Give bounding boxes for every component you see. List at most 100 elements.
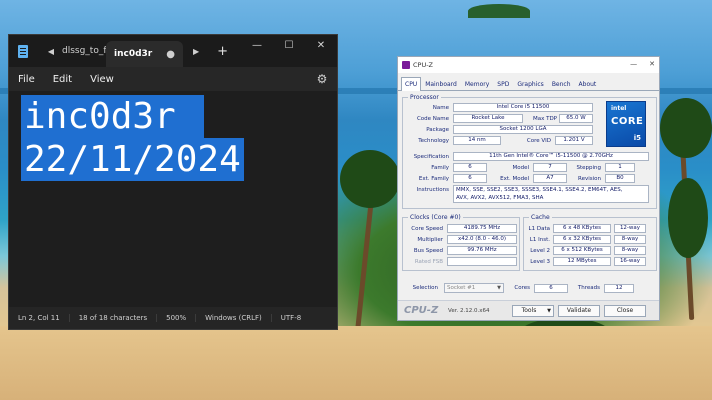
tab-label: inc0d3r [114, 49, 153, 59]
processor-name: Intel Core i5 11500 [453, 103, 593, 112]
l1-inst: 6 x 32 KBytes [553, 235, 611, 244]
chevron-down-icon: ▼ [547, 307, 551, 314]
notepad-window[interactable]: ◀ dlssg_to_fsr3 inc0d3r ● ▶ + — ☐ ✕ File… [8, 34, 338, 330]
cpuz-window[interactable]: CPU-Z — ✕ CPU Mainboard Memory SPD Graph… [397, 56, 660, 321]
field-label: Ext. Model [500, 175, 529, 182]
new-tab-button[interactable]: + [217, 44, 228, 59]
tab-cpu[interactable]: CPU [401, 77, 422, 91]
socket-select[interactable]: Socket #1 ▼ [444, 283, 504, 293]
tab-label: dlssg_to_fsr3 [62, 46, 106, 56]
l1-inst-way: 8-way [614, 235, 646, 244]
minimize-icon[interactable]: — [630, 60, 637, 68]
settings-gear-icon[interactable]: ⚙ [315, 72, 329, 86]
tab-mainboard[interactable]: Mainboard [421, 77, 461, 90]
field-label: Core VID [526, 137, 551, 144]
beach-sand [0, 326, 712, 400]
maximize-icon[interactable]: ☐ [273, 35, 305, 57]
encoding[interactable]: UTF-8 [272, 314, 310, 322]
group-label: Cache [529, 214, 552, 221]
family: 6 [453, 163, 487, 172]
field-label: Code Name [416, 115, 449, 122]
cpuz-brand: CPU-Z [404, 305, 439, 316]
level-3-way: 16-way [614, 257, 646, 266]
core-speed: 4189.75 MHz [447, 224, 517, 233]
text-line[interactable]: inc0d3r [21, 95, 204, 138]
validate-button[interactable]: Validate [558, 304, 600, 317]
tab-scroll-left-icon[interactable]: ◀ [46, 47, 56, 56]
multiplier: x42.0 (8.0 - 46.0) [447, 235, 517, 244]
menu-view[interactable]: View [81, 74, 123, 85]
unsaved-dot-icon[interactable]: ● [166, 49, 175, 60]
minimize-icon[interactable]: — [241, 35, 273, 57]
stepping: 1 [605, 163, 635, 172]
field-label: Specification [413, 153, 449, 160]
field-label: Name [432, 104, 449, 111]
field-label: Family [431, 164, 449, 171]
menu-edit[interactable]: Edit [44, 74, 81, 85]
close-icon[interactable]: ✕ [649, 60, 655, 68]
field-label: Threads [577, 285, 600, 291]
field-label: Instructions [416, 187, 449, 193]
text-editor[interactable]: inc0d3r 22/11/2024 [9, 91, 337, 307]
field-label: Package [426, 126, 449, 133]
palm-canopy [668, 178, 708, 258]
notepad-menubar: File Edit View ⚙ [9, 67, 337, 91]
logo-brand: intel [611, 105, 627, 112]
field-label: Revision [578, 175, 601, 182]
tab-dlssg-to-fsr3[interactable]: dlssg_to_fsr3 [56, 35, 106, 67]
notepad-statusbar: Ln 2, Col 11 18 of 18 characters 500% Wi… [9, 307, 337, 329]
notepad-titlebar[interactable]: ◀ dlssg_to_fsr3 inc0d3r ● ▶ + — ☐ ✕ [9, 35, 337, 67]
palm-canopy [660, 98, 712, 158]
cpuz-footer: CPU-Z Ver. 2.12.0.x64 Tools ▼ Validate C… [398, 300, 659, 320]
intel-core-i5-logo: intel CORE i5 [606, 101, 646, 147]
close-button[interactable]: Close [604, 304, 646, 317]
bus-speed: 99.76 MHz [447, 246, 517, 255]
field-label: L1 Inst. [529, 236, 550, 243]
package: Socket 1200 LGA [453, 125, 593, 134]
tab-memory[interactable]: Memory [461, 77, 493, 90]
ext-family: 6 [453, 174, 487, 183]
distant-island [468, 4, 530, 18]
field-label: Cores [514, 285, 530, 291]
tools-button[interactable]: Tools ▼ [512, 304, 554, 317]
processor-group: Processor Name Intel Core i5 11500 Code … [402, 94, 657, 209]
field-label: Bus Speed [413, 247, 443, 254]
cpuz-tabs: CPU Mainboard Memory SPD Graphics Bench … [398, 77, 659, 91]
level-2: 6 x 512 KBytes [553, 246, 611, 255]
chevron-down-icon: ▼ [497, 285, 501, 291]
field-label: Max TDP [532, 115, 557, 122]
tab-inc0d3r[interactable]: inc0d3r ● [106, 41, 183, 67]
ext-model: A7 [533, 174, 567, 183]
tools-label: Tools [521, 306, 537, 314]
close-icon[interactable]: ✕ [305, 35, 337, 57]
character-count: 18 of 18 characters [70, 314, 158, 322]
code-name: Rocket Lake [453, 114, 523, 123]
field-label: Model [512, 164, 529, 171]
cores: 6 [534, 283, 568, 293]
zoom-level[interactable]: 500% [157, 314, 197, 322]
tab-scroll-right-icon[interactable]: ▶ [193, 47, 199, 56]
window-title: CPU-Z [413, 61, 434, 69]
text-line[interactable]: 22/11/2024 [21, 138, 244, 181]
cache-group: Cache L1 Data 6 x 48 KBytes 12-way L1 In… [523, 214, 657, 271]
max-tdp: 65.0 W [559, 114, 593, 123]
tab-spd[interactable]: SPD [493, 77, 513, 90]
logo-core: CORE [611, 116, 644, 127]
group-label: Clocks (Core #0) [408, 214, 463, 221]
cpuz-titlebar[interactable]: CPU-Z — ✕ [398, 57, 659, 73]
level-2-way: 8-way [614, 246, 646, 255]
field-label: Stepping [576, 164, 601, 171]
logo-gen: i5 [633, 134, 641, 142]
l1-data: 6 x 48 KBytes [553, 224, 611, 233]
instructions: MMX, SSE, SSE2, SSE3, SSSE3, SSE4.1, SSE… [453, 185, 649, 203]
cursor-position: Ln 2, Col 11 [9, 314, 70, 322]
tab-bench[interactable]: Bench [548, 77, 575, 90]
window-controls: — ☐ ✕ [241, 35, 337, 57]
menu-file[interactable]: File [9, 74, 44, 85]
group-label: Processor [408, 94, 441, 101]
line-endings[interactable]: Windows (CRLF) [196, 314, 272, 322]
tab-about[interactable]: About [575, 77, 601, 90]
specification: 11th Gen Intel® Core™ i5-11500 @ 2.70GHz [453, 152, 649, 161]
core-vid: 1.201 V [555, 136, 593, 145]
tab-graphics[interactable]: Graphics [513, 77, 548, 90]
